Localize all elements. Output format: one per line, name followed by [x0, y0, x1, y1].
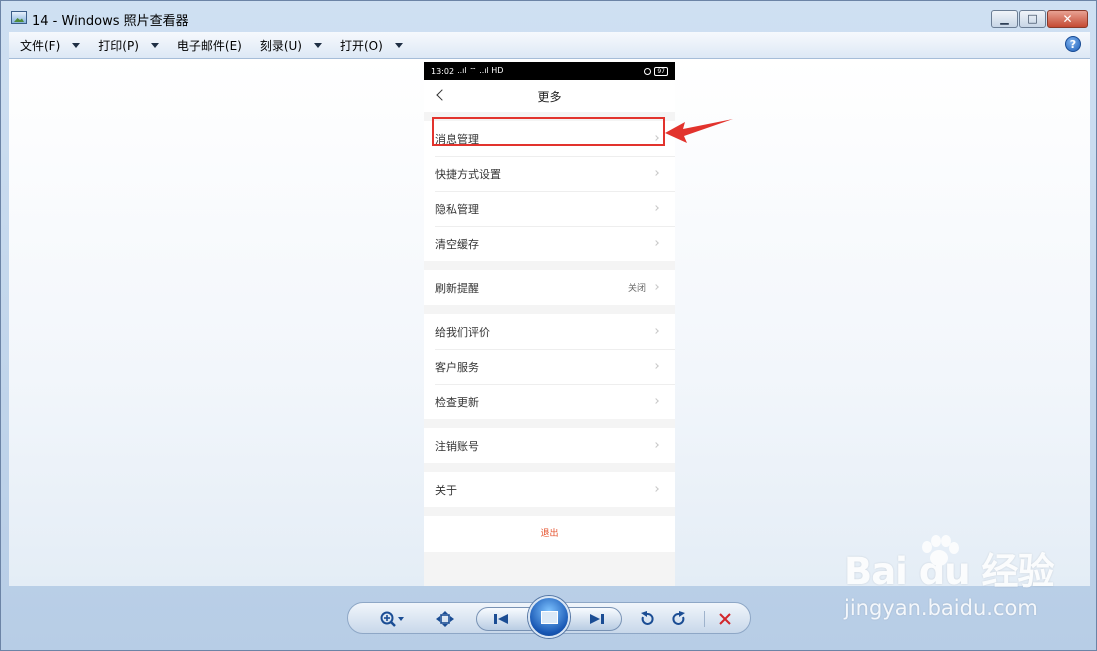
row-label: 隐私管理 — [435, 202, 479, 216]
rotate-counterclockwise-icon — [641, 611, 654, 625]
row-value: 关闭 — [627, 284, 646, 294]
highlight-box — [432, 117, 665, 146]
chevron-right-icon — [653, 284, 659, 290]
row-privacy-management: 隐私管理 — [424, 191, 675, 226]
slideshow-icon — [541, 611, 558, 624]
signal-icon: ..ıl ⌔ ..ıl HD — [457, 66, 504, 75]
row-about: 关于 — [424, 472, 675, 507]
baidu-jingyan-watermark: Bai du 经验 jingyan.baidu.com — [844, 535, 1054, 620]
maximize-button[interactable]: □ — [1019, 10, 1046, 28]
settings-group: 关于 — [424, 472, 675, 507]
menu-print[interactable]: 打印(P) — [87, 34, 166, 56]
chevron-down-icon — [314, 42, 322, 48]
page-title: 更多 — [537, 90, 562, 104]
row-rate-us: 给我们评价 — [424, 314, 675, 349]
actual-size-button[interactable] — [434, 608, 456, 630]
previous-icon — [494, 614, 508, 624]
chevron-right-icon — [653, 486, 659, 492]
menu-burn-label: 刻录(U) — [259, 38, 302, 53]
fit-window-icon — [436, 611, 454, 627]
minimize-button[interactable]: ▁ — [991, 10, 1018, 28]
menu-file[interactable]: 文件(F) — [9, 34, 87, 56]
menu-file-label: 文件(F) — [20, 38, 61, 53]
chevron-right-icon — [653, 363, 659, 369]
row-check-update: 检查更新 — [424, 384, 675, 419]
settings-group: 注销账号 — [424, 428, 675, 463]
settings-group: 刷新提醒 关闭 — [424, 270, 675, 305]
row-clear-cache: 清空缓存 — [424, 226, 675, 261]
status-time: 13:02 — [431, 66, 455, 76]
next-button[interactable] — [584, 608, 610, 630]
alarm-icon — [644, 67, 652, 75]
zoom-button[interactable] — [376, 608, 408, 630]
row-label: 注销账号 — [435, 439, 479, 453]
row-label: 客户服务 — [435, 360, 479, 374]
row-label: 清空缓存 — [435, 237, 479, 251]
row-label: 刷新提醒 — [435, 281, 479, 295]
close-icon: ✕ — [1062, 12, 1073, 26]
row-label: 检查更新 — [435, 395, 479, 409]
row-shortcut-settings: 快捷方式设置 — [424, 156, 675, 191]
window-title: 14 - Windows 照片查看器 — [32, 14, 189, 29]
chevron-right-icon — [653, 240, 659, 246]
previous-button[interactable] — [488, 608, 514, 630]
menu-email-label: 电子邮件(E) — [176, 38, 242, 53]
chevron-right-icon — [653, 170, 659, 176]
slideshow-button[interactable] — [528, 596, 570, 638]
chevron-right-icon — [653, 442, 659, 448]
settings-group: 给我们评价 客户服务 检查更新 — [424, 314, 675, 419]
baidu-paw-icon — [918, 533, 959, 573]
chevron-down-icon — [394, 42, 403, 48]
menu-bar: 文件(F) 打印(P) 电子邮件(E) 刻录(U) 打开(O) ? — [9, 32, 1090, 59]
delete-button[interactable] — [714, 608, 736, 630]
menu-open-label: 打开(O) — [340, 38, 383, 53]
row-label: 给我们评价 — [435, 325, 490, 339]
menu-open[interactable]: 打开(O) — [329, 34, 410, 56]
window-frame: 14 - Windows 照片查看器 ▁ □ ✕ 文件(F) 打印(P) 电子邮… — [0, 0, 1097, 651]
phone-status-bar: 13:02 ..ıl ⌔ ..ıl HD 97 — [424, 62, 675, 80]
chevron-right-icon — [653, 328, 659, 334]
row-refresh-reminder: 刷新提醒 关闭 — [424, 270, 675, 305]
delete-x-icon — [719, 613, 731, 625]
battery-icon: 97 — [654, 66, 668, 76]
help-icon[interactable]: ? — [1065, 36, 1081, 52]
minimize-icon: ▁ — [1000, 12, 1009, 25]
chevron-right-icon — [653, 205, 659, 211]
row-cancel-account: 注销账号 — [424, 428, 675, 463]
rotate-left-button[interactable] — [636, 608, 658, 630]
divider — [704, 611, 705, 627]
rotate-right-button[interactable] — [668, 608, 690, 630]
annotation-arrow-icon — [665, 119, 733, 143]
chevron-right-icon — [653, 398, 659, 404]
next-icon — [590, 614, 604, 624]
row-customer-service: 客户服务 — [424, 349, 675, 384]
menu-print-label: 打印(P) — [98, 38, 139, 53]
maximize-icon: □ — [1027, 12, 1038, 25]
chevron-down-icon — [72, 42, 81, 48]
menu-email[interactable]: 电子邮件(E) — [166, 34, 249, 56]
title-bar[interactable]: 14 - Windows 照片查看器 ▁ □ ✕ — [1, 1, 1097, 32]
window-controls: ▁ □ ✕ — [990, 10, 1088, 28]
watermark-url: jingyan.baidu.com — [844, 596, 1038, 620]
row-label: 关于 — [435, 483, 457, 497]
logout-button: 退出 — [424, 516, 675, 552]
zoom-icon — [380, 611, 404, 627]
menu-burn[interactable]: 刻录(U) — [249, 34, 329, 56]
phone-nav-bar: 更多 — [424, 80, 675, 112]
close-button[interactable]: ✕ — [1047, 10, 1088, 28]
photo-viewer-app-icon — [11, 11, 27, 24]
chevron-down-icon — [150, 42, 159, 48]
rotate-clockwise-icon — [672, 611, 685, 625]
row-label: 快捷方式设置 — [435, 167, 501, 181]
